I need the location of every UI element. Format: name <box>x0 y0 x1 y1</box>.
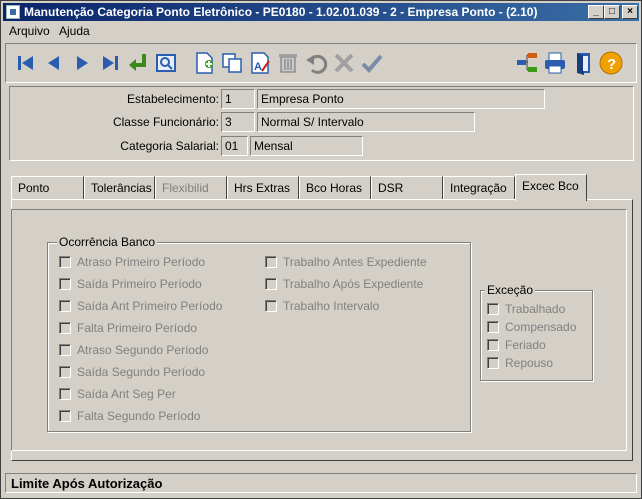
tab-excec-bco[interactable]: Excec Bco <box>515 174 587 201</box>
checkbox-label: Saída Ant Seg Per <box>77 387 176 401</box>
checkbox-label: Falta Primeiro Período <box>77 321 198 335</box>
checkbox-box[interactable] <box>59 322 71 334</box>
categoria-name-field: Mensal <box>250 136 363 156</box>
estabelecimento-name-field: Empresa Ponto <box>257 89 545 109</box>
checkbox-box[interactable] <box>59 300 71 312</box>
tab-dsr[interactable]: DSR <box>371 176 443 199</box>
checkbox-box[interactable] <box>487 339 499 351</box>
new-document-icon[interactable] <box>190 49 218 77</box>
categoria-label: Categoria Salarial: <box>120 139 219 153</box>
print-icon[interactable] <box>541 49 569 77</box>
checkbox-falta-segundo[interactable]: Falta Segundo Período <box>59 409 200 423</box>
categoria-code-field[interactable]: 01 <box>221 136 248 156</box>
checkbox-box[interactable] <box>265 300 277 312</box>
tab-flexibilid[interactable]: Flexibilid <box>155 176 227 199</box>
tab-integracao[interactable]: Integração <box>443 176 515 199</box>
menu-bar: Arquivo Ajuda <box>3 22 639 40</box>
title-bar[interactable]: Manutenção Categoria Ponto Eletrônico - … <box>3 3 639 21</box>
main-window: Manutenção Categoria Ponto Eletrônico - … <box>0 0 642 499</box>
checkbox-box[interactable] <box>487 303 499 315</box>
checkbox-trabalho-apos[interactable]: Trabalho Após Expediente <box>265 277 423 291</box>
checkbox-label: Atraso Primeiro Período <box>77 255 206 269</box>
checkbox-box[interactable] <box>487 321 499 333</box>
checkbox-box[interactable] <box>59 344 71 356</box>
ocorrencia-banco-title: Ocorrência Banco <box>57 235 158 249</box>
checkbox-atraso-segundo[interactable]: Atraso Segundo Período <box>59 343 208 357</box>
classe-name-field: Normal S/ Intervalo <box>257 112 475 132</box>
tree-icon[interactable] <box>513 49 541 77</box>
svg-text:A: A <box>254 61 262 73</box>
tab-ponto[interactable]: Ponto <box>11 176 84 199</box>
checkbox-falta-primeiro[interactable]: Falta Primeiro Período <box>59 321 197 335</box>
estabelecimento-label: Estabelecimento: <box>126 92 219 106</box>
window-title: Manutenção Categoria Ponto Eletrônico - … <box>24 5 538 19</box>
app-icon <box>6 5 20 19</box>
excecao-title: Exceção <box>485 283 536 297</box>
menu-ajuda[interactable]: Ajuda <box>59 24 90 38</box>
checkbox-saida-ant-seg[interactable]: Saída Ant Seg Per <box>59 387 176 401</box>
checkbox-box[interactable] <box>265 278 277 290</box>
undo-icon[interactable] <box>302 49 330 77</box>
checkbox-label: Trabalho Antes Expediente <box>283 255 427 269</box>
checkbox-atraso-primeiro[interactable]: Atraso Primeiro Período <box>59 255 205 269</box>
checkbox-box[interactable] <box>59 366 71 378</box>
status-bar: Limite Após Autorização <box>5 473 637 493</box>
edit-icon[interactable]: A <box>246 49 274 77</box>
checkbox-label: Saída Primeiro Período <box>77 277 202 291</box>
checkbox-compensado[interactable]: Compensado <box>487 320 576 334</box>
tab-bco-horas[interactable]: Bco Horas <box>299 176 371 199</box>
maximize-button[interactable]: □ <box>604 5 620 19</box>
checkbox-repouso[interactable]: Repouso <box>487 356 553 370</box>
checkbox-label: Compensado <box>505 320 577 334</box>
checkbox-label: Falta Segundo Período <box>77 409 201 423</box>
checkbox-saida-primeiro[interactable]: Saída Primeiro Período <box>59 277 202 291</box>
estabelecimento-code-field[interactable]: 1 <box>221 89 255 109</box>
checkbox-saida-segundo[interactable]: Saída Segundo Período <box>59 365 205 379</box>
checkbox-label: Repouso <box>505 356 554 370</box>
checkbox-box[interactable] <box>265 256 277 268</box>
help-icon[interactable]: ? <box>597 49 625 77</box>
checkbox-box[interactable] <box>59 256 71 268</box>
next-record-icon[interactable] <box>68 49 96 77</box>
checkbox-feriado[interactable]: Feriado <box>487 338 546 352</box>
checkbox-label: Saída Segundo Período <box>77 365 206 379</box>
previous-record-icon[interactable] <box>40 49 68 77</box>
tab-tolerancias[interactable]: Tolerâncias <box>84 176 155 199</box>
checkbox-label: Trabalhado <box>505 302 566 316</box>
checkbox-saida-ant-primeiro[interactable]: Saída Ant Primeiro Período <box>59 299 222 313</box>
enter-icon[interactable] <box>124 49 152 77</box>
checkbox-label: Saída Ant Primeiro Período <box>77 299 223 313</box>
classe-label: Classe Funcionário: <box>112 115 219 129</box>
first-record-icon[interactable] <box>12 49 40 77</box>
checkbox-label: Feriado <box>505 338 546 352</box>
checkbox-label: Trabalho Intervalo <box>283 299 380 313</box>
checkbox-trabalho-antes[interactable]: Trabalho Antes Expediente <box>265 255 427 269</box>
classe-code-field[interactable]: 3 <box>221 112 255 132</box>
menu-arquivo[interactable]: Arquivo <box>9 24 50 38</box>
confirm-icon[interactable] <box>358 49 386 77</box>
checkbox-box[interactable] <box>59 278 71 290</box>
toolbar: A ? <box>5 43 637 83</box>
checkbox-label: Atraso Segundo Período <box>77 343 209 357</box>
close-button[interactable]: × <box>622 5 638 19</box>
delete-icon[interactable] <box>274 49 302 77</box>
checkbox-box[interactable] <box>487 357 499 369</box>
last-record-icon[interactable] <box>96 49 124 77</box>
checkbox-trabalho-intervalo[interactable]: Trabalho Intervalo <box>265 299 379 313</box>
cancel-icon[interactable] <box>330 49 358 77</box>
checkbox-trabalhado[interactable]: Trabalhado <box>487 302 565 316</box>
checkbox-box[interactable] <box>59 388 71 400</box>
copy-icon[interactable] <box>218 49 246 77</box>
ocorrencia-banco-group <box>47 242 471 432</box>
search-icon[interactable] <box>152 49 180 77</box>
exit-icon[interactable] <box>569 49 597 77</box>
svg-text:?: ? <box>607 56 616 73</box>
checkbox-box[interactable] <box>59 410 71 422</box>
tab-hrs-extras[interactable]: Hrs Extras <box>227 176 299 199</box>
minimize-button[interactable]: _ <box>588 5 604 19</box>
checkbox-label: Trabalho Após Expediente <box>283 277 424 291</box>
